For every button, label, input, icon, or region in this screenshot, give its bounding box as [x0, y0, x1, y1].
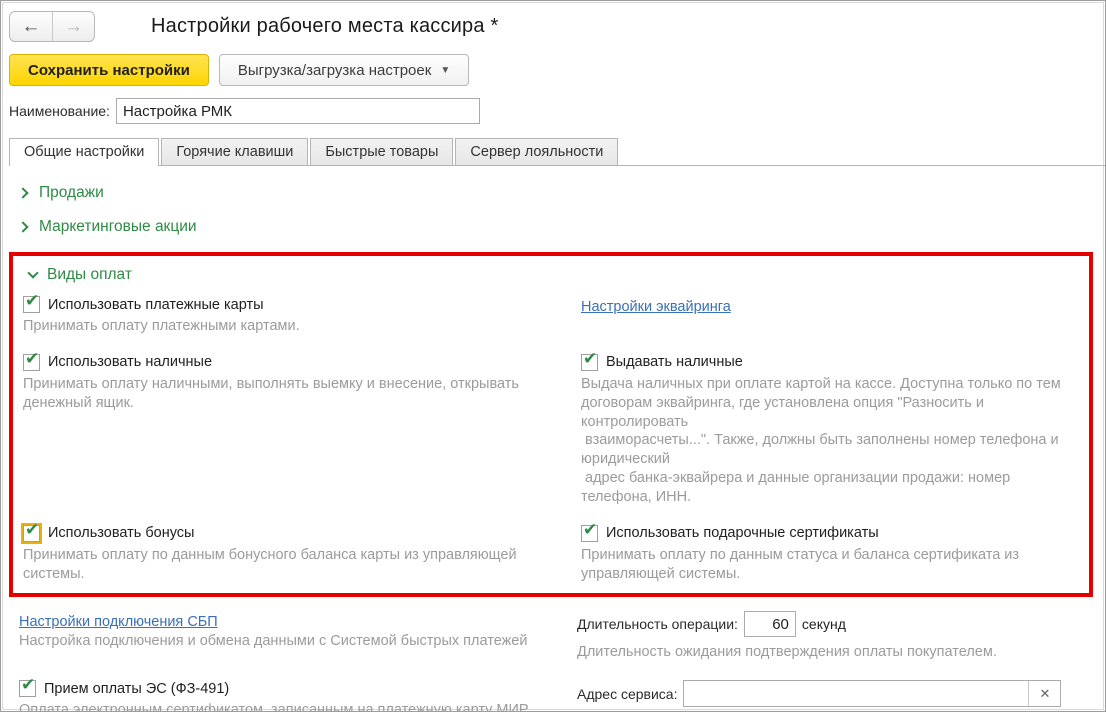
use-payment-cards-description: Принимать оплату платежными картами.	[23, 318, 300, 334]
chevron-right-icon	[17, 221, 29, 233]
use-cash-checkbox[interactable]: ✔	[23, 349, 40, 371]
payment-options-grid: ✔ Использовать платежные карты Принимать…	[21, 291, 1085, 586]
checkmark-icon: ✔	[25, 291, 40, 310]
operation-duration-input[interactable]	[743, 611, 796, 638]
tab-quick-goods[interactable]: Быстрые товары	[310, 138, 454, 166]
sbp-description: Настройка подключения и обмена данными с…	[19, 633, 528, 650]
tab-bar: Общие настройки Горячие клавиши Быстрые …	[9, 138, 1105, 167]
group-sales-label: Продажи	[39, 184, 104, 201]
use-cash-description: Принимать оплату наличными, выполнять вы…	[23, 375, 519, 411]
group-marketing-label: Маркетинговые акции	[39, 218, 197, 235]
chevron-right-icon	[17, 187, 29, 199]
gift-certificates-description: Принимать оплату по данным статуса и бал…	[581, 546, 1020, 582]
tab-loyalty-server[interactable]: Сервер лояльности	[455, 138, 619, 166]
operation-duration-cell: Длительность операции: секунд Длительнос…	[577, 607, 1093, 676]
export-import-settings-button[interactable]: Выгрузка/загрузка настроек ▼	[218, 54, 470, 86]
use-payment-cards-label: Использовать платежные карты	[48, 296, 264, 313]
export-import-label: Выгрузка/загрузка настроек	[237, 61, 432, 79]
es-payment-checkbox[interactable]: ✔	[19, 675, 36, 698]
es-payment-cell: ✔ Прием оплаты ЭС (ФЗ-491) Оплата электр…	[19, 675, 567, 712]
group-sales[interactable]: Продажи	[17, 184, 1093, 202]
operation-duration-description: Длительность ожидания подтверждения опла…	[577, 644, 997, 661]
tab-general-settings[interactable]: Общие настройки	[9, 138, 160, 167]
service-address-label: Адрес сервиса:	[577, 685, 678, 702]
cash-out-label: Выдавать наличные	[606, 354, 743, 371]
acquiring-settings-link[interactable]: Настройки эквайринга	[581, 299, 731, 315]
operation-duration-unit: секунд	[801, 616, 846, 633]
sbp-cell: Настройки подключения СБП Настройка подк…	[19, 607, 567, 676]
chevron-down-icon: ▼	[440, 64, 451, 76]
back-button[interactable]: ←	[10, 12, 52, 41]
gift-certificates-cell: ✔ Использовать подарочные сертификаты Пр…	[581, 520, 1085, 586]
checkmark-icon: ✔	[583, 519, 598, 539]
service-address-cell: Адрес сервиса: ✕ Параметры подключения в…	[577, 676, 1093, 711]
gift-certificates-checkbox[interactable]: ✔	[581, 520, 598, 542]
service-address-field: ✕	[683, 680, 1062, 708]
page-title: Настройки рабочего места кассира *	[151, 15, 499, 37]
use-bonuses-checkbox[interactable]: ✔	[21, 520, 42, 544]
name-field-label: Наименование:	[9, 103, 110, 119]
operation-duration-label: Длительность операции:	[577, 616, 738, 633]
checkmark-icon: ✔	[583, 348, 598, 368]
name-input[interactable]	[115, 98, 480, 124]
use-bonuses-label: Использовать бонусы	[48, 525, 195, 542]
name-field-row: Наименование:	[9, 98, 1097, 124]
chevron-down-icon	[27, 267, 39, 279]
use-cash-cell: ✔ Использовать наличные Принимать оплату…	[23, 349, 571, 521]
toolbar: Сохранить настройки Выгрузка/загрузка на…	[9, 54, 1097, 86]
group-payment-types-label: Виды оплат	[47, 266, 132, 283]
forward-arrow-icon: →	[64, 15, 83, 37]
forward-button[interactable]: →	[52, 12, 94, 41]
tab-content: Продажи Маркетинговые акции Виды оплат ✔…	[5, 166, 1101, 712]
header: ← → Настройки рабочего места кассира *	[9, 11, 1097, 42]
use-cash-label: Использовать наличные	[48, 354, 213, 371]
checkmark-icon: ✔	[21, 675, 36, 695]
use-bonuses-description: Принимать оплату по данным бонусного бал…	[23, 546, 517, 582]
acquiring-settings-cell: Настройки эквайринга	[581, 292, 1085, 350]
es-service-row: ✔ Прием оплаты ЭС (ФЗ-491) Оплата электр…	[19, 675, 1093, 712]
cash-out-checkbox[interactable]: ✔	[581, 349, 598, 371]
checkmark-icon: ✔	[25, 519, 40, 539]
sbp-connection-settings-link[interactable]: Настройки подключения СБП	[19, 614, 218, 630]
gift-certificates-label: Использовать подарочные сертификаты	[606, 525, 879, 542]
settings-window: ← → Настройки рабочего места кассира * С…	[0, 0, 1106, 712]
sbp-duration-row: Настройки подключения СБП Настройка подк…	[19, 607, 1093, 676]
service-address-input[interactable]	[684, 681, 1029, 707]
save-settings-button[interactable]: Сохранить настройки	[9, 54, 209, 86]
use-payment-cards-checkbox[interactable]: ✔	[23, 291, 40, 313]
es-payment-description: Оплата электронным сертификатом, записан…	[19, 702, 530, 712]
nav-buttons: ← →	[9, 11, 95, 42]
es-payment-label: Прием оплаты ЭС (ФЗ-491)	[44, 680, 230, 697]
use-payment-cards-cell: ✔ Использовать платежные карты Принимать…	[23, 291, 571, 350]
use-bonuses-cell: ✔ Использовать бонусы Принимать оплату п…	[21, 520, 571, 586]
group-marketing[interactable]: Маркетинговые акции	[17, 218, 1093, 236]
tab-hotkeys[interactable]: Горячие клавиши	[161, 138, 309, 166]
back-arrow-icon: ←	[21, 15, 41, 37]
cash-out-description: Выдача наличных при оплате картой на кас…	[581, 375, 1061, 505]
checkmark-icon: ✔	[25, 348, 40, 368]
clear-icon[interactable]: ✕	[1028, 681, 1061, 707]
group-payment-types[interactable]: Виды оплат	[27, 266, 1085, 284]
cash-out-cell: ✔ Выдавать наличные Выдача наличных при …	[581, 349, 1085, 521]
highlighted-payment-types-box: Виды оплат ✔ Использовать платежные карт…	[9, 252, 1093, 598]
